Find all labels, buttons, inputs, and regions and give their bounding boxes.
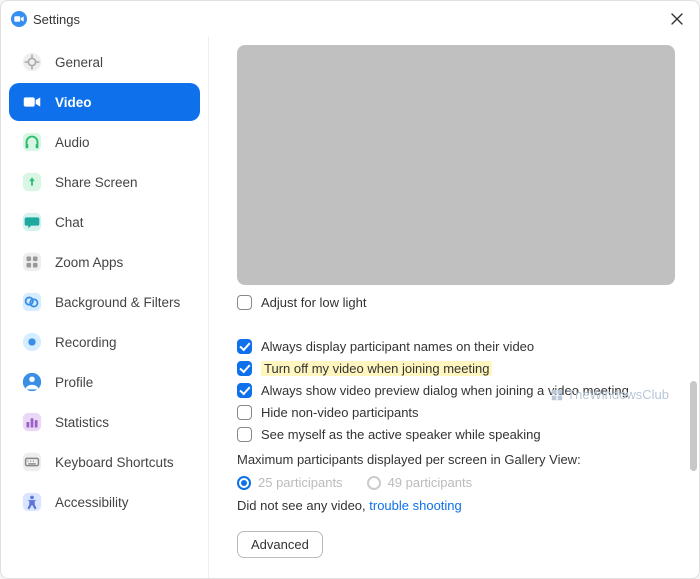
troubleshooting-link[interactable]: trouble shooting (369, 498, 462, 513)
scrollbar-thumb[interactable] (690, 381, 697, 471)
turn-off-video-checkbox[interactable] (237, 361, 252, 376)
chat-icon (21, 211, 43, 233)
adjust-low-light-label: Adjust for low light (261, 295, 367, 310)
sidebar-item-share-screen[interactable]: Share Screen (9, 163, 200, 201)
profile-icon (21, 371, 43, 393)
sidebar-item-label: General (55, 55, 103, 70)
sidebar-item-background-filters[interactable]: Background & Filters (9, 283, 200, 321)
see-myself-checkbox[interactable] (237, 427, 252, 442)
video-icon (21, 91, 43, 113)
scrollbar[interactable] (689, 31, 697, 574)
windows-icon (550, 388, 564, 402)
gear-icon (21, 51, 43, 73)
sidebar-item-statistics[interactable]: Statistics (9, 403, 200, 441)
radio-25-participants[interactable] (237, 476, 251, 490)
sidebar-item-recording[interactable]: Recording (9, 323, 200, 361)
sidebar-item-label: Recording (55, 335, 117, 350)
hide-nonvideo-label: Hide non-video participants (261, 405, 419, 420)
sidebar-item-chat[interactable]: Chat (9, 203, 200, 241)
background-filters-icon (21, 291, 43, 313)
radio-49-label: 49 participants (388, 475, 473, 490)
keyboard-icon (21, 451, 43, 473)
sidebar-item-zoom-apps[interactable]: Zoom Apps (9, 243, 200, 281)
sidebar-item-label: Profile (55, 375, 93, 390)
camera-preview (237, 45, 675, 285)
preview-dialog-checkbox[interactable] (237, 383, 252, 398)
adjust-low-light-checkbox[interactable] (237, 295, 252, 310)
turn-off-video-label: Turn off my video when joining meeting (261, 361, 492, 376)
show-names-label: Always display participant names on thei… (261, 339, 534, 354)
titlebar: Settings (1, 1, 699, 37)
hide-nonvideo-checkbox[interactable] (237, 405, 252, 420)
sidebar-item-label: Zoom Apps (55, 255, 123, 270)
settings-window: Settings General Video Audio Share Scree… (0, 0, 700, 579)
sidebar-item-label: Keyboard Shortcuts (55, 455, 174, 470)
sidebar-item-label: Chat (55, 215, 84, 230)
sidebar-item-video[interactable]: Video (9, 83, 200, 121)
sidebar-item-general[interactable]: General (9, 43, 200, 81)
no-video-text: Did not see any video, (237, 498, 369, 513)
show-names-checkbox[interactable] (237, 339, 252, 354)
watermark: TheWindowsClub (550, 387, 669, 402)
zoom-app-icon (11, 11, 27, 27)
apps-icon (21, 251, 43, 273)
advanced-button[interactable]: Advanced (237, 531, 323, 558)
sidebar-item-label: Background & Filters (55, 295, 180, 310)
statistics-icon (21, 411, 43, 433)
window-title: Settings (33, 12, 80, 27)
sidebar-item-label: Video (55, 95, 92, 110)
sidebar-item-audio[interactable]: Audio (9, 123, 200, 161)
max-participants-label: Maximum participants displayed per scree… (237, 452, 675, 467)
sidebar-item-label: Statistics (55, 415, 109, 430)
sidebar-item-profile[interactable]: Profile (9, 363, 200, 401)
sidebar-item-label: Share Screen (55, 175, 138, 190)
see-myself-label: See myself as the active speaker while s… (261, 427, 541, 442)
radio-25-label: 25 participants (258, 475, 343, 490)
radio-49-participants[interactable] (367, 476, 381, 490)
share-screen-icon (21, 171, 43, 193)
sidebar-item-label: Accessibility (55, 495, 129, 510)
recording-icon (21, 331, 43, 353)
sidebar-item-label: Audio (55, 135, 90, 150)
settings-sidebar: General Video Audio Share Screen Chat Zo… (1, 37, 209, 578)
sidebar-item-keyboard-shortcuts[interactable]: Keyboard Shortcuts (9, 443, 200, 481)
video-settings-panel: Adjust for low light Always display part… (209, 37, 699, 578)
sidebar-item-accessibility[interactable]: Accessibility (9, 483, 200, 521)
close-button[interactable] (665, 7, 689, 31)
headphones-icon (21, 131, 43, 153)
accessibility-icon (21, 491, 43, 513)
